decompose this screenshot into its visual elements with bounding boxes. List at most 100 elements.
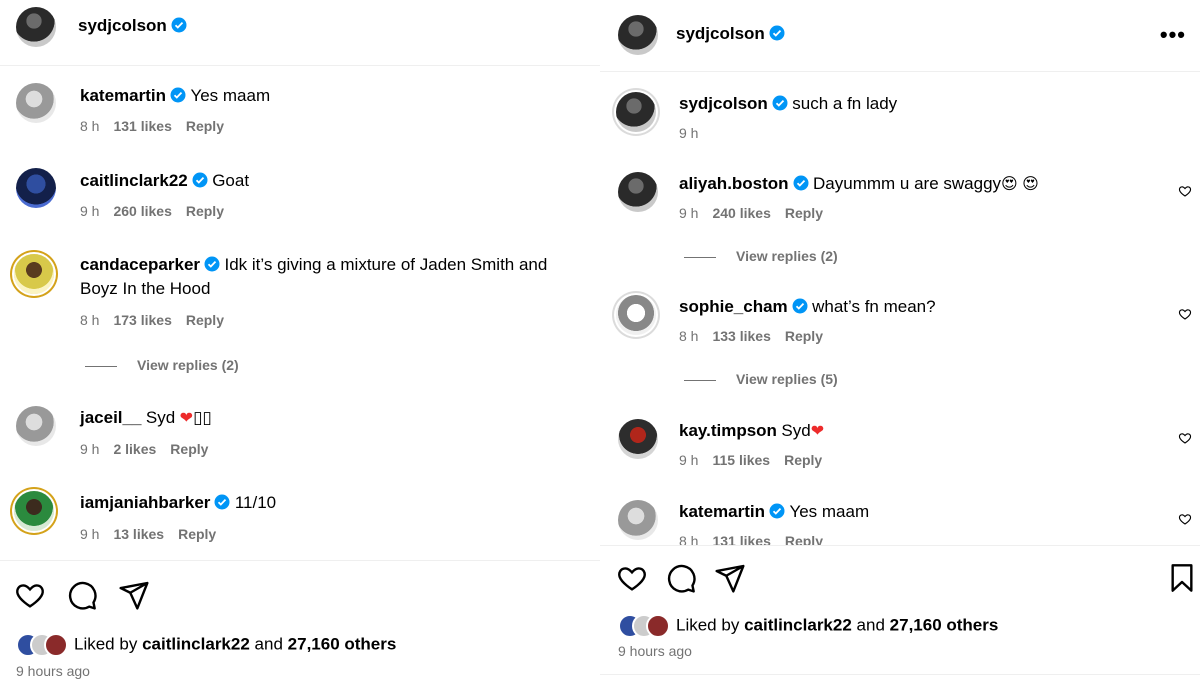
- reply-button[interactable]: Reply: [186, 118, 224, 134]
- comment-icon[interactable]: [665, 562, 697, 594]
- comment-likes[interactable]: 173 likes: [113, 312, 171, 328]
- verified-badge-icon: [192, 172, 208, 188]
- divider-dash: [684, 256, 716, 258]
- comment-username[interactable]: candaceparker: [80, 255, 200, 274]
- comment-text: Goat: [212, 171, 250, 190]
- liked-others-count[interactable]: 27,160 others: [288, 634, 397, 653]
- comment-likes[interactable]: 131 likes: [712, 533, 770, 545]
- reply-button[interactable]: Reply: [178, 526, 216, 542]
- commenter-avatar[interactable]: [618, 419, 658, 459]
- reply-button[interactable]: Reply: [784, 452, 822, 468]
- comment-time: 9 h: [80, 203, 100, 219]
- left-comments-panel: sydjcolson katemartin Yes maam 8 h 131 li…: [0, 0, 600, 700]
- post-header: sydjcolson: [0, 0, 600, 66]
- author-username[interactable]: sydjcolson: [676, 24, 785, 44]
- comment-likes[interactable]: 13 likes: [113, 526, 164, 542]
- commenter-avatar[interactable]: [14, 254, 54, 294]
- comment-text: Yes maam: [789, 502, 870, 521]
- comment-text: Dayummm u are swaggy: [813, 174, 1002, 193]
- comment-likes[interactable]: 260 likes: [113, 203, 171, 219]
- comment-text: Syd: [781, 421, 811, 440]
- comment-text: Idk it’s giving a mixture of Jaden Smith…: [224, 255, 548, 274]
- view-replies-button[interactable]: View replies (5): [684, 371, 838, 387]
- comment-likes[interactable]: 131 likes: [113, 118, 171, 134]
- comment-like-heart-icon[interactable]: [1178, 307, 1192, 321]
- comment-text: 11/10: [234, 493, 277, 512]
- comment-likes[interactable]: 240 likes: [712, 205, 770, 221]
- liked-by-username[interactable]: caitlinclark22: [744, 615, 852, 634]
- comment-username[interactable]: sophie_cham: [679, 297, 788, 316]
- share-icon[interactable]: [118, 579, 150, 611]
- right-comments-panel: sydjcolson ••• sydjcolson such a fn lady…: [600, 0, 1200, 700]
- post-header: sydjcolson •••: [600, 0, 1200, 72]
- reply-button[interactable]: Reply: [186, 203, 224, 219]
- comment-like-heart-icon[interactable]: [1178, 512, 1192, 526]
- verified-badge-icon: [792, 298, 808, 314]
- comment-username[interactable]: caitlinclark22: [80, 171, 188, 190]
- save-bookmark-icon[interactable]: [1166, 562, 1198, 594]
- comment-item: candaceparker Idk it’s giving a mixture …: [0, 253, 600, 383]
- reply-button[interactable]: Reply: [785, 533, 823, 545]
- heart-emoji: ❤: [179, 410, 194, 427]
- comment-item: jaceil__ Syd ❤▯▯ 9 h 2 likes Reply: [0, 405, 600, 475]
- post-actions: Liked by caitlinclark22 and 27,160 other…: [0, 560, 600, 700]
- commenter-avatar[interactable]: [16, 83, 56, 123]
- comment-likes[interactable]: 133 likes: [712, 328, 770, 344]
- reply-button[interactable]: Reply: [785, 328, 823, 344]
- commenter-avatar[interactable]: [16, 406, 56, 446]
- verified-badge-icon: [769, 503, 785, 519]
- commenter-avatar[interactable]: [616, 92, 656, 132]
- comment-time: 9 h: [679, 125, 699, 141]
- commenter-avatar[interactable]: [618, 500, 658, 540]
- comment-like-heart-icon[interactable]: [1178, 431, 1192, 445]
- comment-text: such a fn lady: [792, 94, 898, 113]
- comment-time: 8 h: [80, 312, 100, 328]
- comment-time: 8 h: [679, 328, 699, 344]
- liked-by-username[interactable]: caitlinclark22: [142, 634, 250, 653]
- like-heart-icon[interactable]: [616, 562, 648, 594]
- comment-text-tail: ▯▯: [193, 408, 212, 427]
- more-options-button[interactable]: •••: [1160, 22, 1186, 48]
- post-actions: Liked by caitlinclark22 and 27,160 other…: [600, 545, 1200, 675]
- commenter-avatar[interactable]: [16, 168, 56, 208]
- comment-item: katemartin Yes maam 8 h 131 likes Reply: [0, 82, 600, 152]
- comment-time: 9 h: [679, 452, 699, 468]
- share-icon[interactable]: [714, 562, 746, 594]
- comment-likes[interactable]: 115 likes: [712, 452, 770, 468]
- comment-username[interactable]: iamjaniahbarker: [80, 493, 210, 512]
- commenter-avatar[interactable]: [14, 491, 54, 531]
- commenter-avatar[interactable]: [618, 172, 658, 212]
- comment-username[interactable]: aliyah.boston: [679, 174, 789, 193]
- verified-badge-icon: [170, 87, 186, 103]
- author-avatar[interactable]: [618, 15, 658, 55]
- comment-time: 9 h: [80, 441, 100, 457]
- reply-button[interactable]: Reply: [170, 441, 208, 457]
- comment-item: sophie_cham what’s fn mean? 8 h 133 likes…: [600, 293, 1200, 393]
- comment-time: 9 h: [679, 205, 699, 221]
- view-replies-button[interactable]: View replies (2): [85, 357, 239, 373]
- reply-button[interactable]: Reply: [186, 312, 224, 328]
- liked-others-count[interactable]: 27,160 others: [890, 615, 999, 634]
- liked-by-summary[interactable]: Liked by caitlinclark22 and 27,160 other…: [16, 633, 396, 657]
- comment-like-heart-icon[interactable]: [1178, 184, 1192, 198]
- author-username[interactable]: sydjcolson: [78, 16, 187, 36]
- reply-button[interactable]: Reply: [785, 205, 823, 221]
- comment-likes[interactable]: 2 likes: [113, 441, 156, 457]
- comment-time: 8 h: [679, 533, 699, 545]
- comment-text: what’s fn mean?: [812, 297, 936, 316]
- comment-username[interactable]: kay.timpson: [679, 421, 777, 440]
- view-replies-button[interactable]: View replies (2): [684, 248, 838, 264]
- comment-username[interactable]: sydjcolson: [679, 94, 768, 113]
- like-heart-icon[interactable]: [14, 579, 46, 611]
- comment-time: 8 h: [80, 118, 100, 134]
- author-avatar[interactable]: [16, 7, 56, 47]
- comment-icon[interactable]: [66, 579, 98, 611]
- comment-username[interactable]: katemartin: [80, 86, 166, 105]
- verified-badge-icon: [204, 256, 220, 272]
- commenter-avatar[interactable]: [616, 295, 656, 335]
- comment-username[interactable]: jaceil__: [80, 408, 141, 427]
- comment-item: iamjaniahbarker 11/10 9 h 13 likes Reply: [0, 490, 600, 560]
- liked-by-summary[interactable]: Liked by caitlinclark22 and 27,160 other…: [618, 614, 998, 638]
- comment-username[interactable]: katemartin: [679, 502, 765, 521]
- liker-avatar: [44, 633, 68, 657]
